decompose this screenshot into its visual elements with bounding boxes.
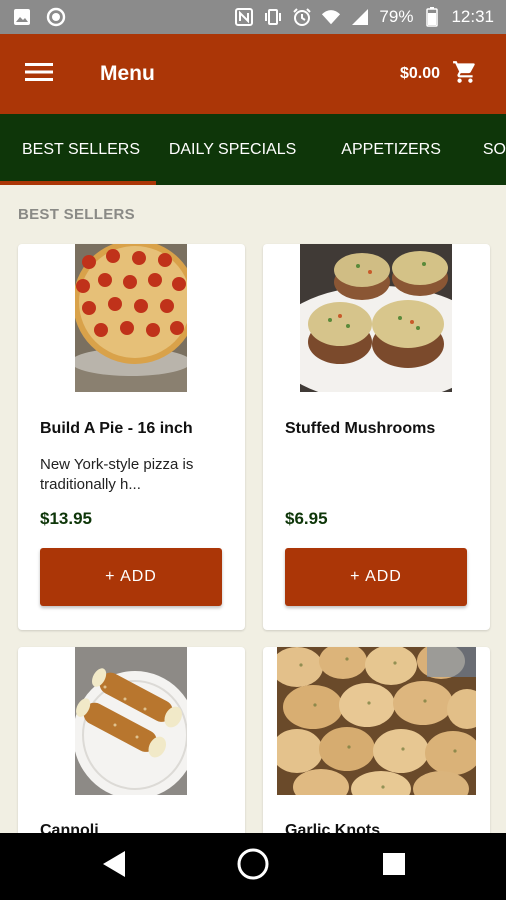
battery-percent: 79%	[379, 7, 414, 26]
cannoli-image	[75, 647, 187, 795]
status-bar: 79% 12:31	[0, 0, 506, 34]
image-icon	[12, 7, 32, 27]
clock: 12:31	[451, 7, 494, 26]
tab-appetizers[interactable]: APPETIZERS	[296, 114, 441, 185]
add-button[interactable]: + ADD	[40, 548, 222, 606]
signal-icon	[350, 7, 370, 27]
item-name: Stuffed Mushrooms	[285, 420, 436, 437]
pizza-image	[75, 244, 187, 392]
add-button[interactable]: + ADD	[285, 548, 467, 606]
wifi-icon	[321, 7, 341, 27]
back-icon	[101, 850, 127, 883]
home-icon	[236, 847, 270, 886]
section-title: BEST SELLERS	[18, 206, 135, 223]
system-nav-bar	[0, 833, 506, 900]
menu-button[interactable]	[0, 34, 82, 114]
circle-icon	[46, 7, 66, 27]
item-price: $13.95	[40, 509, 92, 528]
menu-item-card[interactable]: Cannoli	[18, 647, 245, 837]
item-name: Build A Pie - 16 inch	[40, 420, 193, 437]
tab-daily-specials[interactable]: DAILY SPECIALS	[147, 114, 296, 185]
alarm-icon	[292, 7, 312, 27]
vibrate-icon	[263, 7, 283, 27]
app-bar: Menu $0.00	[0, 34, 506, 114]
item-description	[285, 455, 467, 495]
tab-soups[interactable]: SO	[441, 114, 506, 185]
page-title: Menu	[100, 62, 155, 85]
hamburger-icon	[25, 62, 53, 87]
category-tabs: BEST SELLERS DAILY SPECIALS APPETIZERS S…	[0, 114, 506, 185]
menu-item-card[interactable]: Stuffed Mushrooms $6.95 + ADD	[263, 244, 490, 630]
recents-button[interactable]	[364, 833, 424, 900]
active-tab-indicator	[0, 181, 156, 185]
nfc-icon	[234, 7, 254, 27]
battery-icon	[422, 7, 442, 27]
home-button[interactable]	[223, 833, 283, 900]
cart-total: $0.00	[399, 65, 440, 82]
item-price: $6.95	[285, 509, 328, 528]
cart-button[interactable]: $0.00	[400, 59, 478, 90]
menu-item-card[interactable]: Garlic Knots	[263, 647, 490, 837]
recents-icon	[383, 853, 405, 880]
menu-item-card[interactable]: Build A Pie - 16 inch New York-style piz…	[18, 244, 245, 630]
back-button[interactable]	[84, 833, 144, 900]
shopping-cart-icon	[452, 59, 478, 90]
tab-best-sellers[interactable]: BEST SELLERS	[0, 114, 156, 185]
garlic-knots-image	[277, 647, 476, 795]
item-description: New York-style pizza is traditionally h.…	[40, 456, 194, 493]
mushrooms-image	[300, 244, 452, 392]
